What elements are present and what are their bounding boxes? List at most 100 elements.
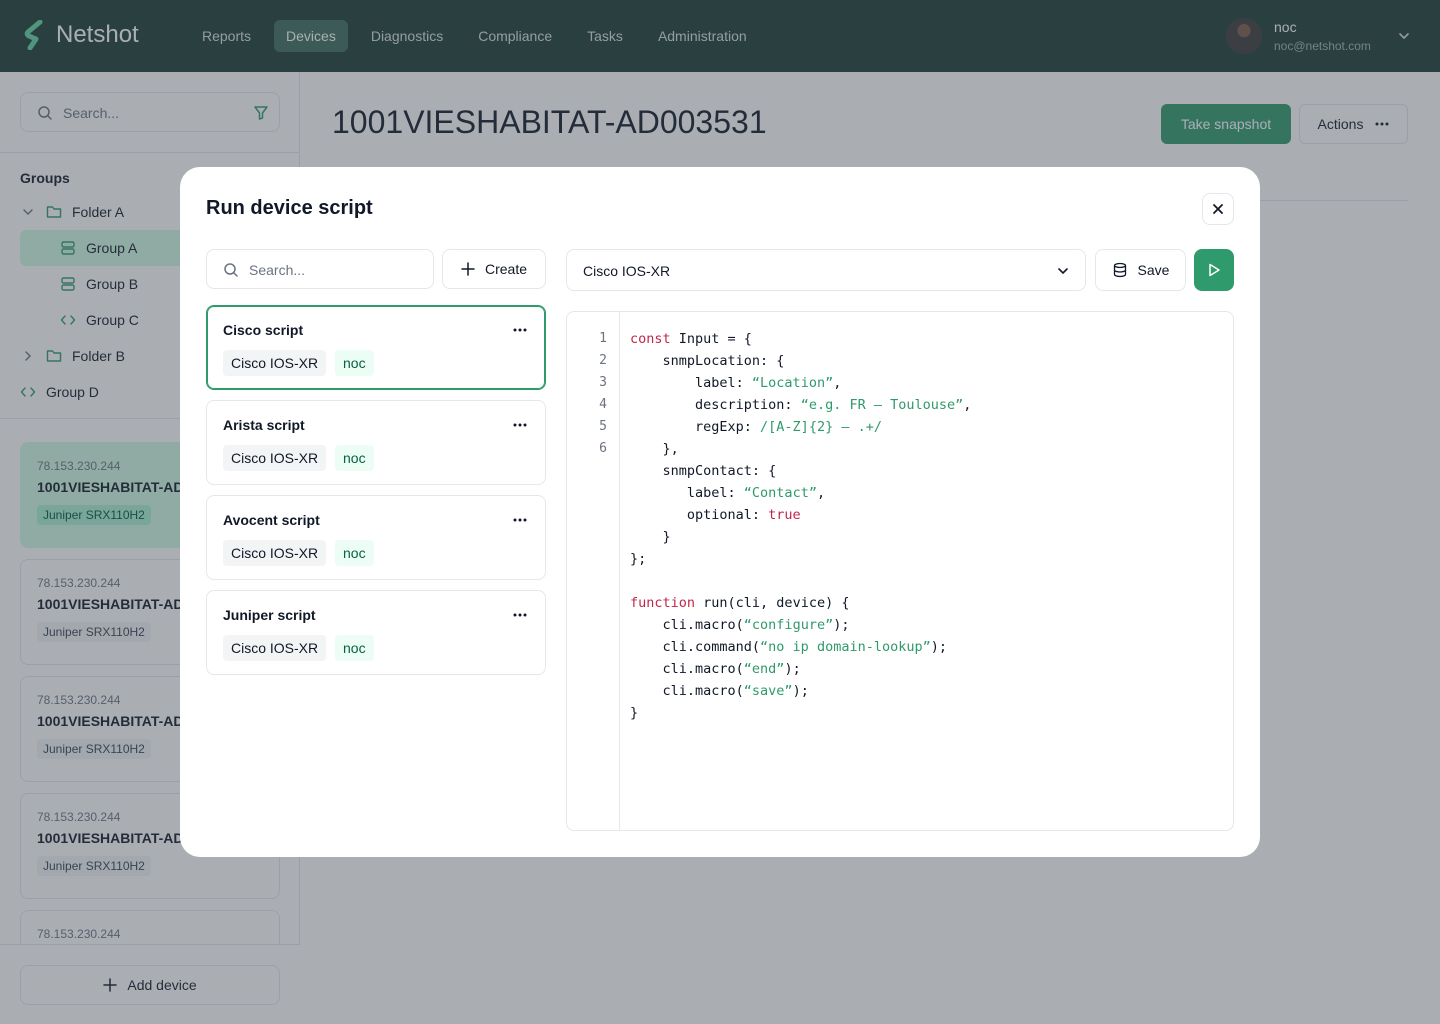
save-button[interactable]: Save bbox=[1095, 249, 1186, 291]
run-script-button[interactable] bbox=[1194, 249, 1234, 291]
code-string: “e.g. FR – Toulouse” bbox=[800, 397, 964, 413]
create-script-button[interactable]: Create bbox=[442, 249, 546, 289]
device-os-value: Cisco IOS-XR bbox=[583, 263, 671, 279]
code-line: cli.macro(“configure”); bbox=[630, 614, 971, 636]
script-user-badge: noc bbox=[335, 350, 374, 376]
code-string: “Location” bbox=[751, 375, 834, 391]
code-string: /[A-Z]{2} – .+/ bbox=[760, 419, 882, 435]
modal-title: Run device script bbox=[206, 197, 373, 219]
line-number: 3 bbox=[599, 375, 607, 390]
script-card[interactable]: Avocent script Cisco IOS-XR noc bbox=[206, 495, 546, 580]
code-keyword: function bbox=[630, 595, 696, 611]
script-name: Juniper script bbox=[223, 607, 316, 623]
code-string: “configure” bbox=[743, 617, 834, 633]
code-text: }; bbox=[630, 551, 647, 567]
code-text: ); bbox=[792, 683, 809, 699]
run-script-modal: Run device script Search... Create Cisco… bbox=[180, 167, 1260, 857]
code-line: regExp: /[A-Z]{2} – .+/ bbox=[630, 416, 971, 438]
code-line: }; bbox=[630, 548, 971, 570]
script-name: Avocent script bbox=[223, 512, 320, 528]
code-text: cli.macro( bbox=[630, 617, 744, 633]
plus-icon bbox=[461, 262, 475, 276]
code-text: , bbox=[833, 375, 842, 391]
database-icon bbox=[1113, 262, 1126, 278]
script-name: Arista script bbox=[223, 417, 305, 433]
code-text: label: bbox=[630, 485, 744, 501]
code-content[interactable]: const Input = { snmpLocation: { label: “… bbox=[630, 328, 971, 724]
script-os-badge: Cisco IOS-XR bbox=[223, 540, 327, 566]
code-keyword: true bbox=[768, 507, 801, 523]
code-line: label: “Location”, bbox=[630, 372, 971, 394]
play-icon bbox=[1209, 263, 1220, 277]
device-os-select[interactable]: Cisco IOS-XR bbox=[566, 249, 1086, 291]
script-os-badge: Cisco IOS-XR bbox=[223, 350, 327, 376]
script-user-badge: noc bbox=[335, 540, 374, 566]
code-string: “Contact” bbox=[743, 485, 817, 501]
code-text: ); bbox=[784, 661, 801, 677]
code-line: function run(cli, device) { bbox=[630, 592, 971, 614]
code-text: cli.macro( bbox=[630, 661, 744, 677]
code-string: “end” bbox=[743, 661, 785, 677]
code-line: cli.command(“no ip domain-lookup”); bbox=[630, 636, 971, 658]
code-line: label: “Contact”, bbox=[630, 482, 971, 504]
code-line: } bbox=[630, 702, 971, 724]
code-line: snmpContact: { bbox=[630, 460, 971, 482]
code-line: optional: true bbox=[630, 504, 971, 526]
code-string: “no ip domain-lookup” bbox=[760, 639, 931, 655]
script-user-badge: noc bbox=[335, 445, 374, 471]
line-number: 6 bbox=[599, 441, 607, 456]
code-text: cli.command( bbox=[630, 639, 761, 655]
save-label: Save bbox=[1137, 262, 1170, 278]
code-text: regExp: bbox=[630, 419, 761, 435]
line-number: 1 bbox=[599, 331, 607, 346]
code-text: cli.macro( bbox=[630, 683, 744, 699]
code-line: } bbox=[630, 526, 971, 548]
code-line: description: “e.g. FR – Toulouse”, bbox=[630, 394, 971, 416]
script-os-badge: Cisco IOS-XR bbox=[223, 635, 327, 661]
script-search-input[interactable]: Search... bbox=[206, 249, 434, 289]
code-editor[interactable]: 1 2 3 4 5 6 const Input = { snmpLocation: { l… bbox=[566, 311, 1234, 831]
code-text: description: bbox=[630, 397, 801, 413]
close-icon bbox=[1213, 204, 1223, 214]
code-text: optional: bbox=[630, 507, 769, 523]
code-line: const Input = { bbox=[630, 328, 971, 350]
more-horizontal-icon[interactable] bbox=[513, 518, 527, 522]
code-text: label: bbox=[630, 375, 752, 391]
code-text: }, bbox=[630, 441, 679, 457]
code-line: snmpLocation: { bbox=[630, 350, 971, 372]
line-number: 5 bbox=[599, 419, 607, 434]
more-horizontal-icon[interactable] bbox=[513, 613, 527, 617]
script-user-badge: noc bbox=[335, 635, 374, 661]
code-text: Input = { bbox=[670, 331, 752, 347]
more-horizontal-icon[interactable] bbox=[513, 423, 527, 427]
line-number-gutter: 1 2 3 4 5 6 bbox=[567, 312, 620, 830]
more-horizontal-icon[interactable] bbox=[513, 328, 527, 332]
code-text: ); bbox=[833, 617, 850, 633]
code-text: , bbox=[816, 485, 826, 501]
code-keyword: const bbox=[630, 331, 671, 347]
chevron-down-icon bbox=[1058, 268, 1068, 275]
script-name: Cisco script bbox=[223, 322, 304, 338]
code-line: cli.macro(“end”); bbox=[630, 658, 971, 680]
script-search-placeholder: Search... bbox=[249, 262, 306, 278]
line-number: 4 bbox=[599, 397, 607, 412]
search-icon bbox=[224, 263, 238, 277]
code-text: } bbox=[630, 705, 639, 721]
code-text: snmpLocation: { bbox=[630, 353, 785, 369]
script-card[interactable]: Juniper script Cisco IOS-XR noc bbox=[206, 590, 546, 675]
code-text: run(cli, device) { bbox=[695, 595, 850, 611]
close-button[interactable] bbox=[1202, 193, 1234, 225]
code-line: }, bbox=[630, 438, 971, 460]
code-text: } bbox=[630, 529, 671, 545]
code-line: cli.macro(“save”); bbox=[630, 680, 971, 702]
code-text: ); bbox=[930, 639, 947, 655]
code-string: “save” bbox=[743, 683, 793, 699]
script-card[interactable]: Cisco script Cisco IOS-XR noc bbox=[206, 305, 546, 390]
script-os-badge: Cisco IOS-XR bbox=[223, 445, 327, 471]
create-label: Create bbox=[484, 261, 528, 277]
script-card[interactable]: Arista script Cisco IOS-XR noc bbox=[206, 400, 546, 485]
line-number: 2 bbox=[599, 353, 607, 368]
code-text: , bbox=[963, 397, 972, 413]
code-text: snmpContact: { bbox=[630, 463, 777, 479]
